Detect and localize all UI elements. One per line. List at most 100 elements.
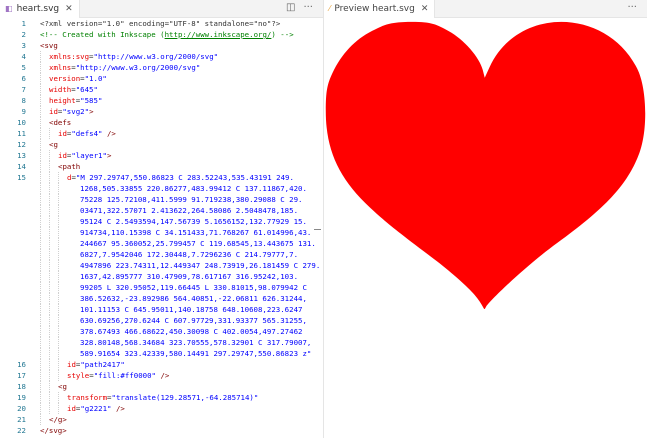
indent-guide (40, 348, 41, 359)
indent-guide (58, 205, 59, 216)
code-token: 99205 L 320.95052,119.66445 L 330.81015,… (80, 283, 307, 292)
code-line[interactable]: 13 id="layer1"> (0, 150, 323, 161)
indent-guide (49, 249, 50, 260)
split-editor-icon[interactable]: ◫ (286, 2, 295, 13)
tab-preview-heart-svg[interactable]: ⁄ Preview heart.svg ✕ (324, 0, 436, 18)
indent-guide (40, 194, 41, 205)
indent-guide (49, 183, 50, 194)
indent-guide (49, 392, 50, 403)
code-line[interactable]: 1 <?xml version="1.0" encoding="UTF-8" st… (0, 18, 323, 29)
code-line[interactable]: 95124 C 2.5493594,147.56739 5.1656152,13… (0, 216, 323, 227)
heart-shape (325, 21, 646, 310)
code-line[interactable]: 22 </svg> (0, 425, 323, 436)
code-line[interactable]: 15 d="M 297.29747,550.86823 C 283.52243,5… (0, 172, 323, 183)
indent-guide (40, 161, 41, 172)
indent-guide (40, 260, 41, 271)
code-line[interactable]: 589.91654 323.42339,580.14491 297.29747,… (0, 348, 323, 359)
code-token: </svg> (40, 426, 67, 435)
indent-guide (40, 106, 41, 117)
code-line[interactable]: 5 xmlns="http://www.w3.org/2000/svg" (0, 62, 323, 73)
code-line[interactable]: 17 style="fill:#ff0000" /> (0, 370, 323, 381)
code-token: xmlns (49, 63, 72, 72)
code-token: </g> (49, 415, 67, 424)
line-number: 16 (17, 360, 26, 369)
code-line[interactable]: 75228 125.72108,411.5999 91.719238,380.2… (0, 194, 323, 205)
code-line[interactable]: 1268,505.33855 220.86277,483.99412 C 137… (0, 183, 323, 194)
code-token: 1637,42.895777 310.47909,78.617167 316.9… (80, 272, 299, 281)
code-token: "layer1" (71, 151, 107, 160)
code-token: /> (156, 371, 170, 380)
code-line[interactable]: 630.69256,270.6244 C 607.97729,331.93377… (0, 315, 323, 326)
indent-guide (49, 370, 50, 381)
indent-guide (40, 84, 41, 95)
code-line[interactable]: 16 id="path2417" (0, 359, 323, 370)
line-number: 22 (17, 426, 26, 435)
code-line[interactable]: 378.67493 466.68622,450.30098 C 402.0054… (0, 326, 323, 337)
code-line[interactable]: 11 id="defs4" /> (0, 128, 323, 139)
code-text: 4947896 223.74311,12.449347 248.73919,26… (80, 260, 320, 271)
code-line[interactable]: 14 <path (0, 161, 323, 172)
code-line[interactable]: 19 transform="translate(129.28571,-64.285… (0, 392, 323, 403)
code-text: <svg (40, 40, 58, 51)
code-line[interactable]: 328.80148,568.34684 323.70555,578.32901 … (0, 337, 323, 348)
code-text: 589.91654 323.42339,580.14491 297.29747,… (80, 348, 311, 359)
code-line[interactable]: 6827,7.9542046 172.30448,7.7296236 C 214… (0, 249, 323, 260)
code-token: version (49, 74, 81, 83)
close-icon[interactable]: ✕ (65, 4, 73, 14)
code-text: <path (58, 161, 80, 172)
line-number: 5 (21, 63, 26, 72)
code-line[interactable]: 914734,110.15398 C 34.151433,71.768267 6… (0, 227, 323, 238)
indent-guide (58, 304, 59, 315)
line-number: 7 (21, 85, 26, 94)
code-line[interactable]: 1637,42.895777 310.47909,78.617167 316.9… (0, 271, 323, 282)
code-line[interactable]: 20 id="g2221" /> (0, 403, 323, 414)
code-line[interactable]: 7 width="645" (0, 84, 323, 95)
scroll-indicator[interactable] (314, 229, 321, 230)
code-line[interactable]: 21 </g> (0, 414, 323, 425)
line-number: 6 (21, 74, 26, 83)
code-token: "1.0" (84, 74, 107, 83)
close-icon[interactable]: ✕ (421, 4, 429, 14)
code-line[interactable]: 4947896 223.74311,12.449347 248.73919,26… (0, 260, 323, 271)
indent-guide (49, 271, 50, 282)
indent-guide (40, 95, 41, 106)
tab-heart-svg[interactable]: ◧ heart.svg ✕ (0, 0, 80, 18)
code-token: "g2221" (80, 404, 112, 413)
code-line[interactable]: 12 <g (0, 139, 323, 150)
indent-guide (40, 73, 41, 84)
code-token: <!-- Created with Inkscape ( (40, 30, 165, 39)
code-line[interactable]: 8 height="585" (0, 95, 323, 106)
code-token: "svg2" (62, 107, 90, 116)
more-actions-icon[interactable]: ··· (627, 2, 637, 13)
more-actions-icon[interactable]: ··· (303, 2, 313, 13)
code-line[interactable]: 4 xmlns:svg="http://www.w3.org/2000/svg" (0, 51, 323, 62)
preview-actions: ··· (627, 2, 637, 13)
code-line[interactable]: 10 <defs (0, 117, 323, 128)
code-token: 589.91654 323.42339,580.14491 297.29747,… (80, 349, 312, 358)
code-line[interactable]: 18 <g (0, 381, 323, 392)
code-token: "fill:#ff0000" (93, 371, 156, 380)
code-token: id (49, 107, 58, 116)
indent-guide (58, 293, 59, 304)
code-line[interactable]: 244667 95.360052,25.799457 C 119.68545,1… (0, 238, 323, 249)
code-line[interactable]: 2 <!-- Created with Inkscape (http://www.… (0, 29, 323, 40)
code-token[interactable]: http://www.inkscape.org/ (165, 30, 272, 39)
code-line[interactable]: 03471,322.57071 2.413622,264.58086 2.504… (0, 205, 323, 216)
line-number: 19 (17, 393, 26, 402)
indent-guide (49, 150, 50, 161)
indent-guide (58, 359, 59, 370)
code-line[interactable]: 6 version="1.0" (0, 73, 323, 84)
code-token: <svg (40, 41, 58, 50)
indent-guide (58, 172, 59, 183)
code-line[interactable]: 3 <svg (0, 40, 323, 51)
code-line[interactable]: 9 id="svg2"> (0, 106, 323, 117)
indent-guide (40, 337, 41, 348)
code-text: version="1.0" (49, 73, 107, 84)
code-token: 386.52632,-23.892986 564.40851,-22.06811… (80, 294, 307, 303)
code-token: <g (58, 382, 67, 391)
code-line[interactable]: 101.11153 C 645.95011,140.18758 648.1060… (0, 304, 323, 315)
code-editor[interactable]: 1 <?xml version="1.0" encoding="UTF-8" st… (0, 18, 323, 436)
code-line[interactable]: 386.52632,-23.892986 564.40851,-22.06811… (0, 293, 323, 304)
code-line[interactable]: 99205 L 320.95052,119.66445 L 330.81015,… (0, 282, 323, 293)
line-number: 8 (21, 96, 26, 105)
